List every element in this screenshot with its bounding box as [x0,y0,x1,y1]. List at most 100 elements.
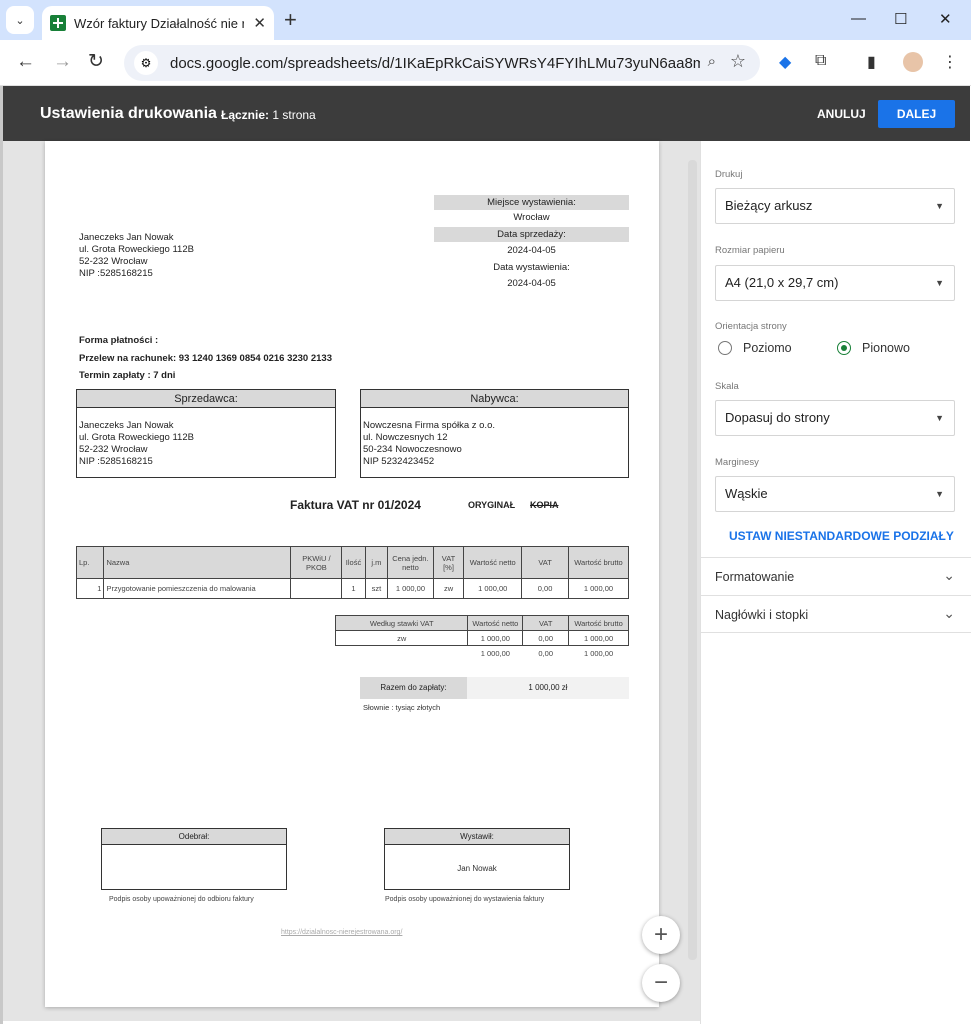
vat-col-vat: VAT [522,615,570,631]
total-vat: 0,00 [538,648,553,658]
minimize-button[interactable]: — [851,10,866,27]
next-button[interactable]: DALEJ [878,100,955,128]
due-value: 1 000,00 zł [467,677,629,699]
print-preview-page: Janeczeks Jan Nowak ul. Grota Roweckiego… [45,141,659,1007]
item-net: 1 000,00 [463,578,523,599]
address-bar[interactable]: ⚙ docs.google.com/spreadsheets/d/1IKaEpR… [124,45,760,81]
print-settings-header: Ustawienia drukowania Łącznie: 1 strona … [3,86,970,141]
seller-box: Sprzedawca: Janeczeks Jan Nowak ul. Grot… [76,389,336,478]
place-value: Wrocław [513,212,550,223]
scale-label: Skala [715,381,739,392]
issue-date-value: 2024-04-05 [507,278,556,289]
back-button[interactable]: ← [16,51,35,73]
vat-gross: 1 000,00 [568,630,629,646]
margins-value: Wąskie [725,486,768,501]
sale-date-value: 2024-04-05 [507,245,556,256]
url-text[interactable]: docs.google.com/spreadsheets/d/1IKaEpRkC… [170,55,700,72]
seller-city-top: 52-232 Wrocław [79,256,148,267]
dropdown-arrow-icon: ▼ [935,201,944,211]
bookmark-star-icon[interactable]: ☆ [730,51,746,72]
seller-nip: NIP :5285168215 [79,456,153,467]
items-header-row: Lp. Nazwa PKWiU / PKOB Ilość j.m Cena je… [75,546,630,579]
col-gross: Wartość brutto [567,546,630,579]
side-panel-icon[interactable]: ▮ [867,52,876,72]
chevron-down-icon: ⌄ [943,567,955,583]
received-label: Odebrał: [102,829,286,845]
extension-tag-icon[interactable]: ◆ [779,52,791,72]
vat-header-row: Według stawki VAT Wartość netto VAT Wart… [334,615,629,631]
tab-close-icon[interactable]: ✕ [253,14,266,32]
item-qty: 1 [341,578,366,599]
col-unit-price: Cena jedn. netto [387,546,434,579]
portrait-label[interactable]: Pionowo [862,341,910,355]
col-net: Wartość netto [463,546,523,579]
dropdown-arrow-icon: ▼ [935,413,944,423]
maximize-button[interactable]: ☐ [894,10,907,28]
issued-signature-box: Wystawił: Jan Nowak [384,828,570,890]
formatting-section[interactable]: Formatowanie ⌄ [701,557,971,595]
vat-summary-table: Według stawki VAT Wartość netto VAT Wart… [334,615,629,661]
zoom-in-button[interactable]: + [642,916,680,954]
vat-col-net: Wartość netto [467,615,524,631]
footer-link: https://dzialalnosc-nierejestrowana.org/ [281,929,403,936]
portrait-radio[interactable] [837,341,851,355]
headers-footers-section[interactable]: Nagłówki i stopki ⌄ [701,595,971,633]
zoom-icon[interactable]: ⌕ [708,53,716,70]
due-label: Razem do zapłaty: [360,677,467,699]
zoom-out-button[interactable]: − [642,964,680,1002]
seller-nip-top: NIP :5285168215 [79,268,153,279]
received-caption: Podpis osoby upoważnionej do odbioru fak… [109,896,254,903]
print-range-select[interactable]: Bieżący arkusz ▼ [715,188,955,224]
vat-vat: 0,00 [522,630,570,646]
issued-name: Jan Nowak [457,864,497,873]
received-signature-box: Odebrał: [101,828,287,890]
cancel-button[interactable]: ANULUJ [817,107,866,121]
vat-col-gross: Wartość brutto [568,615,629,631]
landscape-radio[interactable] [718,341,732,355]
landscape-label[interactable]: Poziomo [743,341,792,355]
item-unit: szt [364,578,389,599]
amount-in-words: Słownie : tysiąc złotych [363,703,441,712]
print-range-value: Bieżący arkusz [725,198,813,213]
table-row: 1 Przygotowanie pomieszczenia do malowan… [75,578,630,599]
buyer-box: Nabywca: Nowczesna Firma spółka z o.o. u… [360,389,629,478]
close-window-button[interactable]: ✕ [939,10,952,28]
seller-street: ul. Grota Roweckiego 112B [79,432,194,443]
dropdown-arrow-icon: ▼ [935,278,944,288]
preview-scrollbar[interactable] [688,160,697,960]
sale-date-label: Data sprzedaży: [434,227,629,242]
profile-avatar[interactable] [903,52,923,72]
sheets-icon [50,15,66,31]
margins-label: Marginesy [715,457,759,468]
extensions-puzzle-icon[interactable]: ⧉ [815,52,826,70]
original-mark: ORYGINAŁ [468,500,516,510]
invoice-title: Faktura VAT nr 01/2024 [290,498,421,512]
issued-caption: Podpis osoby upoważnionej do wystawienia… [385,896,545,903]
payment-form: Forma płatności : [79,335,159,346]
seller-name: Janeczeks Jan Nowak [79,420,174,431]
buyer-city: 50-234 Nowoczesnowo [363,444,462,455]
items-table: Lp. Nazwa PKWiU / PKOB Ilość j.m Cena je… [75,546,630,599]
place-label: Miejsce wystawienia: [434,195,629,210]
reload-button[interactable]: ↻ [88,51,104,73]
col-unit: j.m [364,546,389,579]
orientation-label: Orientacja strony [715,321,787,332]
seller-box-header: Sprzedawca: [77,390,335,408]
col-name: Nazwa [103,546,292,579]
scale-select[interactable]: Dopasuj do strony ▼ [715,400,955,436]
item-gross: 1 000,00 [567,578,630,599]
new-tab-button[interactable]: + [284,9,297,31]
browser-tab[interactable]: Wzór faktury Działalność nie rej ✕ [42,6,274,40]
buyer-box-header: Nabywca: [361,390,628,408]
menu-kebab-icon[interactable]: ⋮ [942,52,958,72]
forward-button[interactable]: → [53,51,72,73]
site-info-icon[interactable]: ⚙ [134,51,158,75]
paper-size-select[interactable]: A4 (21,0 x 29,7 cm) ▼ [715,265,955,301]
col-vat-rate: VAT [%] [432,546,465,579]
print-settings-panel: Drukuj Bieżący arkusz ▼ Rozmiar papieru … [700,141,971,1024]
seller-street-top: ul. Grota Roweckiego 112B [79,244,194,255]
custom-page-breaks-link[interactable]: USTAW NIESTANDARDOWE PODZIAŁY [729,529,954,543]
tab-search-button[interactable]: ⌄ [6,6,34,34]
margins-select[interactable]: Wąskie ▼ [715,476,955,512]
total-gross: 1 000,00 [583,648,614,658]
